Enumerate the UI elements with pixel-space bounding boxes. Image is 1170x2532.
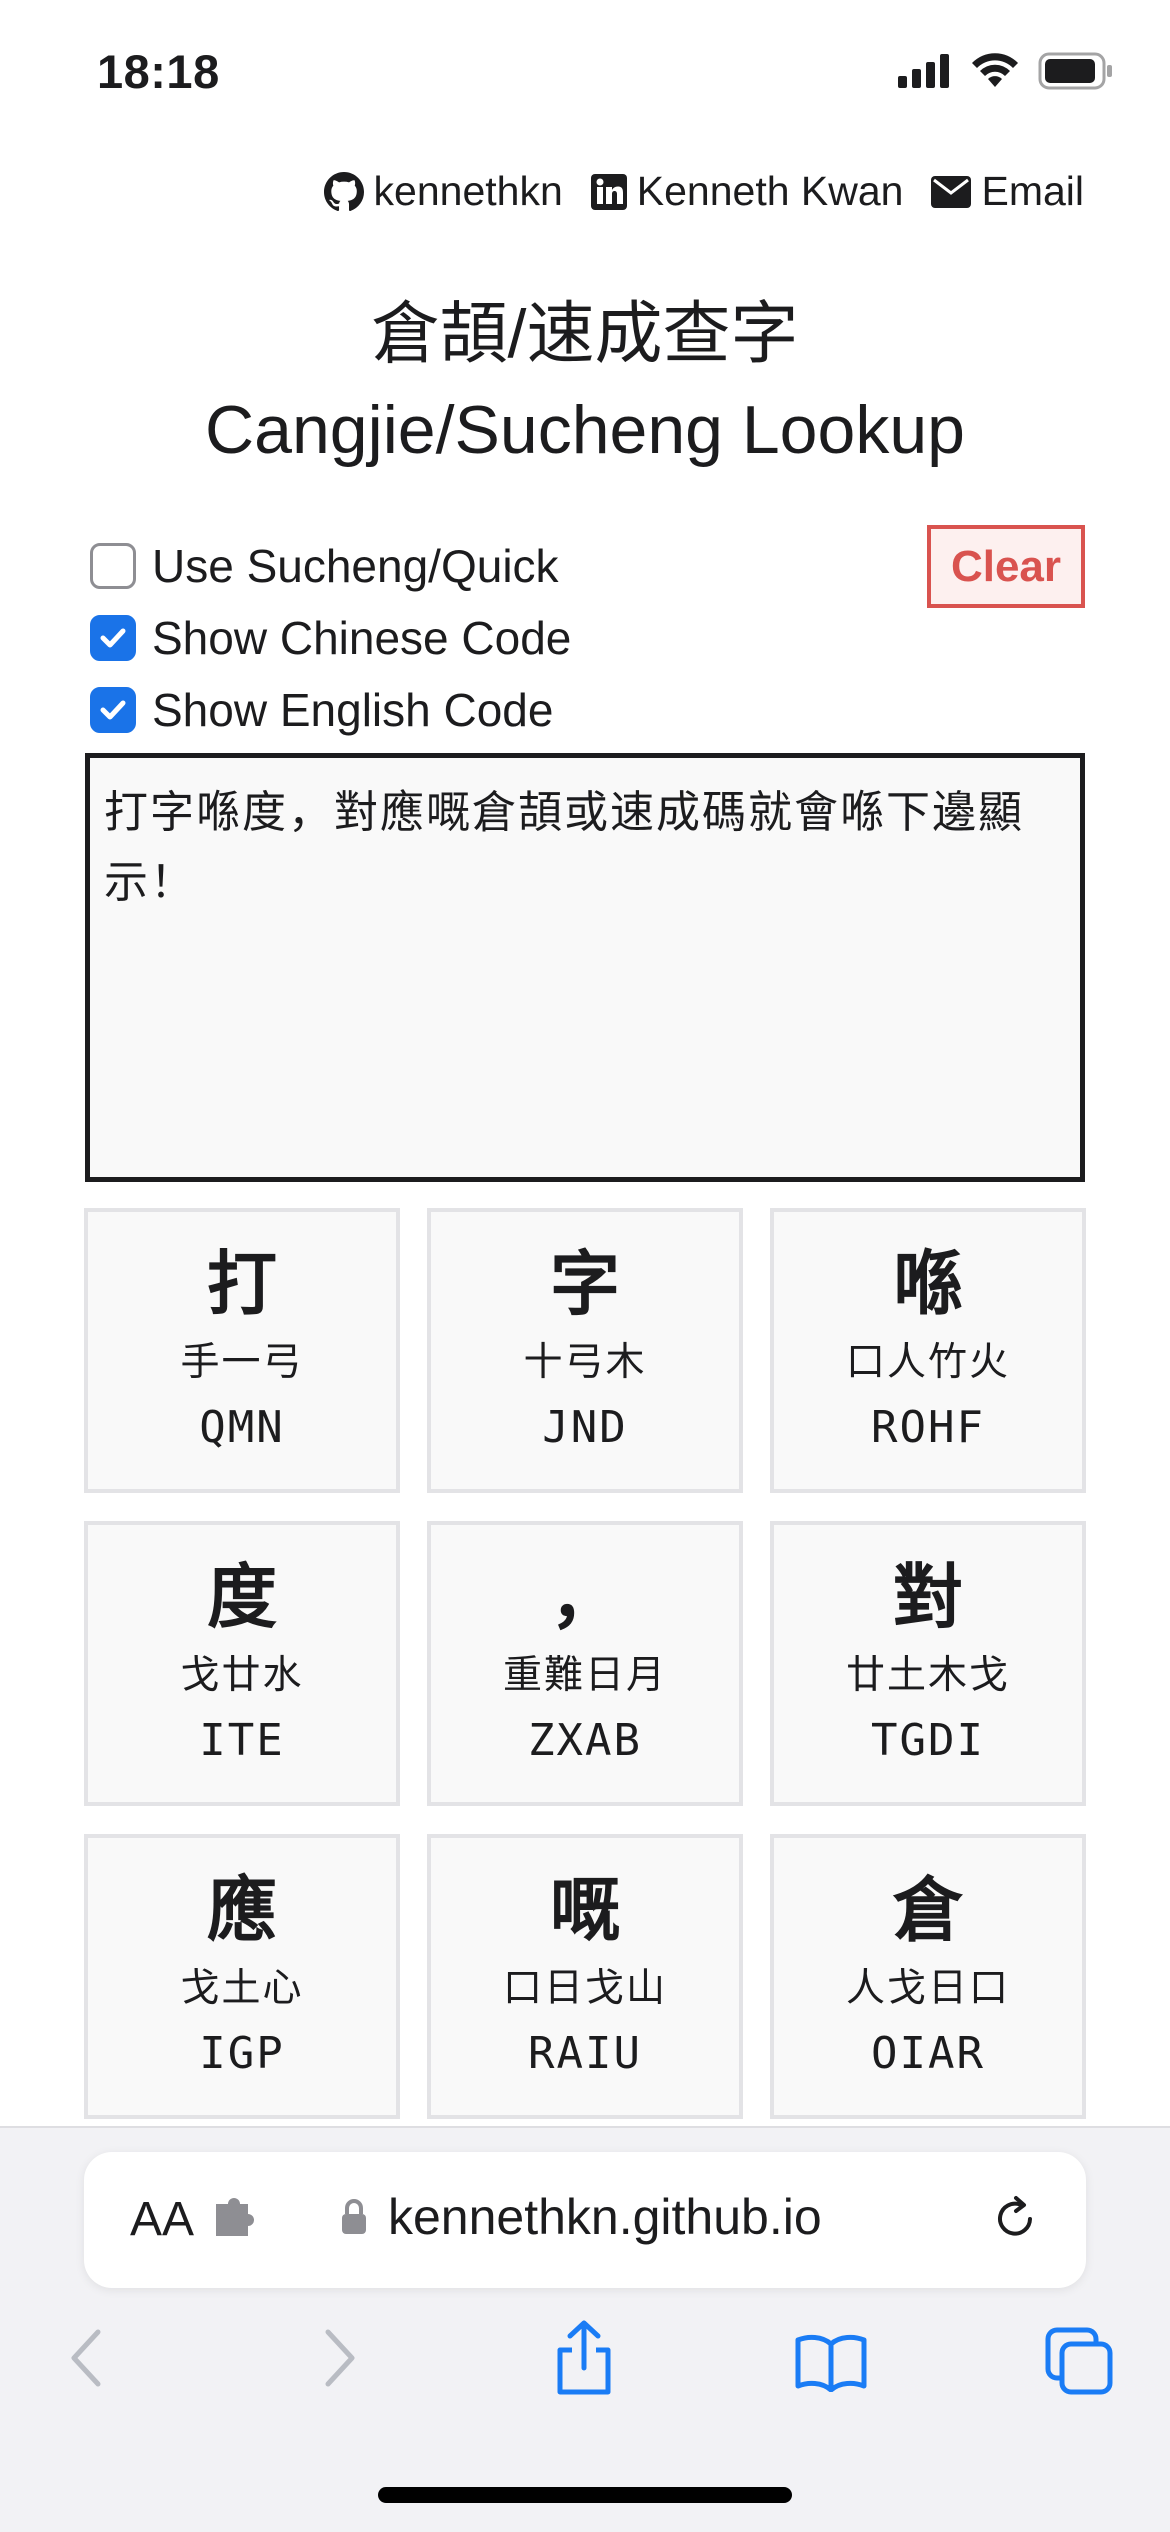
result-chinese-code: 口人竹火 (845, 1340, 1010, 1385)
option-show-chinese-code[interactable]: Show Chinese Code (90, 602, 571, 674)
result-english-code: TGDI (871, 1715, 985, 1766)
result-english-code: OIAR (871, 2028, 985, 2079)
bookmarks-icon[interactable] (794, 2332, 868, 2392)
result-character: 倉 (893, 1869, 963, 1951)
result-card: 嘅 口日戈山 RAIU (427, 1834, 743, 2119)
result-character: 應 (207, 1869, 277, 1951)
result-chinese-code: 戈土心 (180, 1966, 304, 2011)
github-link[interactable]: kennethkn (323, 168, 563, 215)
show-english-code-checkbox[interactable] (90, 687, 136, 733)
result-character: 對 (893, 1556, 963, 1638)
result-english-code: IGP (199, 2028, 285, 2079)
result-character: 打 (207, 1243, 277, 1325)
tabs-icon[interactable] (1044, 2326, 1114, 2396)
checkmark-icon (100, 628, 126, 648)
result-character: ， (550, 1556, 620, 1638)
result-character: 喺 (893, 1243, 963, 1325)
page-title-english: Cangjie/Sucheng Lookup (205, 392, 965, 468)
clear-button[interactable]: Clear (927, 525, 1085, 608)
result-english-code: QMN (199, 1402, 285, 1453)
result-card: ， 重難日月 ZXAB (427, 1521, 743, 1806)
result-character: 嘅 (550, 1869, 620, 1951)
forward-icon[interactable] (318, 2326, 362, 2390)
email-icon (931, 175, 972, 208)
linkedin-icon (590, 173, 627, 210)
result-character: 字 (550, 1243, 620, 1325)
url-text[interactable]: kennethkn.github.io (388, 2188, 822, 2246)
show-chinese-code-label: Show Chinese Code (152, 612, 572, 664)
battery-icon (1038, 52, 1112, 90)
show-english-code-label: Show English Code (152, 684, 554, 736)
reload-icon[interactable] (990, 2193, 1040, 2243)
text-size-button[interactable]: AA (130, 2192, 194, 2247)
home-indicator (378, 2487, 792, 2503)
lock-icon (342, 2199, 366, 2234)
result-card: 度 戈廿水 ITE (84, 1521, 400, 1806)
options-panel: Use Sucheng/Quick Show Chinese Code Show… (90, 530, 571, 746)
result-english-code: RAIU (528, 2028, 642, 2079)
status-time: 18:18 (97, 45, 220, 98)
result-english-code: JND (542, 1402, 628, 1453)
page-title-chinese: 倉頡/速成查字 (371, 296, 799, 372)
email-link-label: Email (981, 168, 1084, 214)
wifi-icon (972, 53, 1018, 87)
result-chinese-code: 戈廿水 (180, 1653, 304, 1698)
result-english-code: ITE (199, 1715, 285, 1766)
result-chinese-code: 重難日月 (502, 1653, 667, 1698)
github-icon (323, 171, 364, 211)
result-english-code: ROHF (871, 1402, 985, 1453)
result-chinese-code: 人戈日口 (845, 1966, 1010, 2011)
linkedin-link[interactable]: Kenneth Kwan (590, 168, 904, 215)
share-icon[interactable] (552, 2320, 616, 2396)
text-size-label: AA (130, 2193, 195, 2246)
show-chinese-code-checkbox[interactable] (90, 615, 136, 661)
cellular-signal-icon (898, 54, 949, 88)
result-english-code: ZXAB (528, 1715, 642, 1766)
back-icon[interactable] (64, 2326, 108, 2390)
result-card: 對 廿土木戈 TGDI (770, 1521, 1086, 1806)
result-card: 字 十弓木 JND (427, 1208, 743, 1493)
result-chinese-code: 手一弓 (180, 1340, 304, 1385)
status-icons (898, 52, 1114, 90)
page-title: 倉頡/速成查字 Cangjie/Sucheng Lookup (0, 286, 1170, 478)
checkmark-icon (100, 700, 126, 720)
character-input[interactable]: 打字喺度，對應嘅倉頡或速成碼就會喺下邊顯示！ (85, 753, 1085, 1182)
result-card: 應 戈土心 IGP (84, 1834, 400, 2119)
header-links: kennethkn Kenneth Kwan Email (323, 168, 1084, 215)
github-link-label: kennethkn (373, 168, 563, 214)
option-show-english-code[interactable]: Show English Code (90, 674, 571, 746)
result-card: 打 手一弓 QMN (84, 1208, 400, 1493)
status-bar: 18:18 (0, 0, 1170, 150)
use-sucheng-label: Use Sucheng/Quick (152, 540, 559, 592)
result-card: 倉 人戈日口 OIAR (770, 1834, 1086, 2119)
result-chinese-code: 十弓木 (523, 1340, 647, 1385)
result-card: 喺 口人竹火 ROHF (770, 1208, 1086, 1493)
result-character: 度 (207, 1556, 277, 1638)
result-chinese-code: 口日戈山 (502, 1966, 667, 2011)
email-link[interactable]: Email (931, 168, 1084, 215)
use-sucheng-checkbox[interactable] (90, 543, 136, 589)
extension-puzzle-icon[interactable] (212, 2196, 264, 2240)
option-use-sucheng[interactable]: Use Sucheng/Quick (90, 530, 571, 602)
results-grid: 打 手一弓 QMN 字 十弓木 JND 喺 口人竹火 ROHF 度 戈廿水 IT… (84, 1208, 1086, 2119)
result-chinese-code: 廿土木戈 (845, 1653, 1010, 1698)
linkedin-link-label: Kenneth Kwan (636, 168, 904, 214)
